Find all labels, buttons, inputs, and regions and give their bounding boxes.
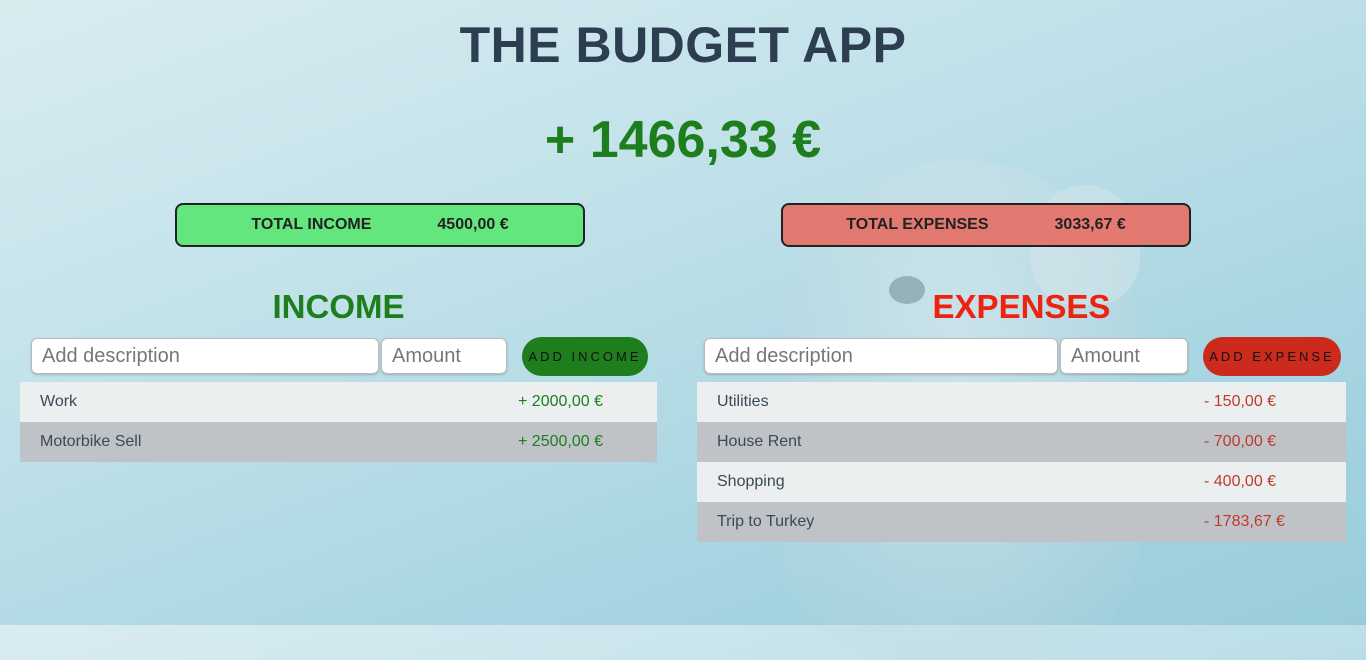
- income-list: Work + 2000,00 € Motorbike Sell + 2500,0…: [20, 382, 657, 462]
- income-section-title: INCOME: [272, 288, 405, 325]
- expense-description: Trip to Turkey: [717, 513, 815, 530]
- total-income-label: TOTAL INCOME: [251, 216, 372, 233]
- expense-value: - 1783,67 €: [1204, 513, 1285, 530]
- expense-amount-input[interactable]: [1060, 338, 1188, 374]
- balance-display: + 1466,33 €: [544, 111, 822, 169]
- income-amount-input[interactable]: [381, 338, 507, 374]
- expense-description: Shopping: [717, 473, 785, 490]
- add-expense-button[interactable]: ADD EXPENSE: [1203, 337, 1341, 376]
- app-title: THE BUDGET APP: [459, 17, 907, 73]
- total-expenses-box: TOTAL EXPENSES 3033,67 €: [781, 203, 1191, 247]
- income-row: Work + 2000,00 €: [20, 382, 657, 422]
- expense-value: - 150,00 €: [1204, 393, 1277, 410]
- expense-row: Utilities - 150,00 €: [697, 382, 1346, 422]
- expense-row: House Rent - 700,00 €: [697, 422, 1346, 462]
- income-value: + 2500,00 €: [518, 433, 603, 450]
- expense-value: - 400,00 €: [1204, 473, 1277, 490]
- total-expenses-value: 3033,67 €: [1054, 216, 1126, 233]
- expense-description: House Rent: [717, 433, 802, 450]
- expenses-section-title: EXPENSES: [932, 288, 1111, 325]
- expense-description-input[interactable]: [704, 338, 1058, 374]
- income-description: Motorbike Sell: [40, 433, 142, 450]
- income-row: Motorbike Sell + 2500,00 €: [20, 422, 657, 462]
- income-description-input[interactable]: [31, 338, 379, 374]
- expense-row: Trip to Turkey - 1783,67 €: [697, 502, 1346, 542]
- total-expenses-label: TOTAL EXPENSES: [846, 216, 989, 233]
- income-value: + 2000,00 €: [518, 393, 603, 410]
- expense-description: Utilities: [717, 393, 769, 410]
- expense-list: Utilities - 150,00 € House Rent - 700,00…: [697, 382, 1346, 542]
- total-income-value: 4500,00 €: [437, 216, 509, 233]
- total-income-box: TOTAL INCOME 4500,00 €: [175, 203, 585, 247]
- expense-row: Shopping - 400,00 €: [697, 462, 1346, 502]
- expense-value: - 700,00 €: [1204, 433, 1277, 450]
- income-description: Work: [40, 393, 78, 410]
- add-income-button[interactable]: ADD INCOME: [522, 337, 648, 376]
